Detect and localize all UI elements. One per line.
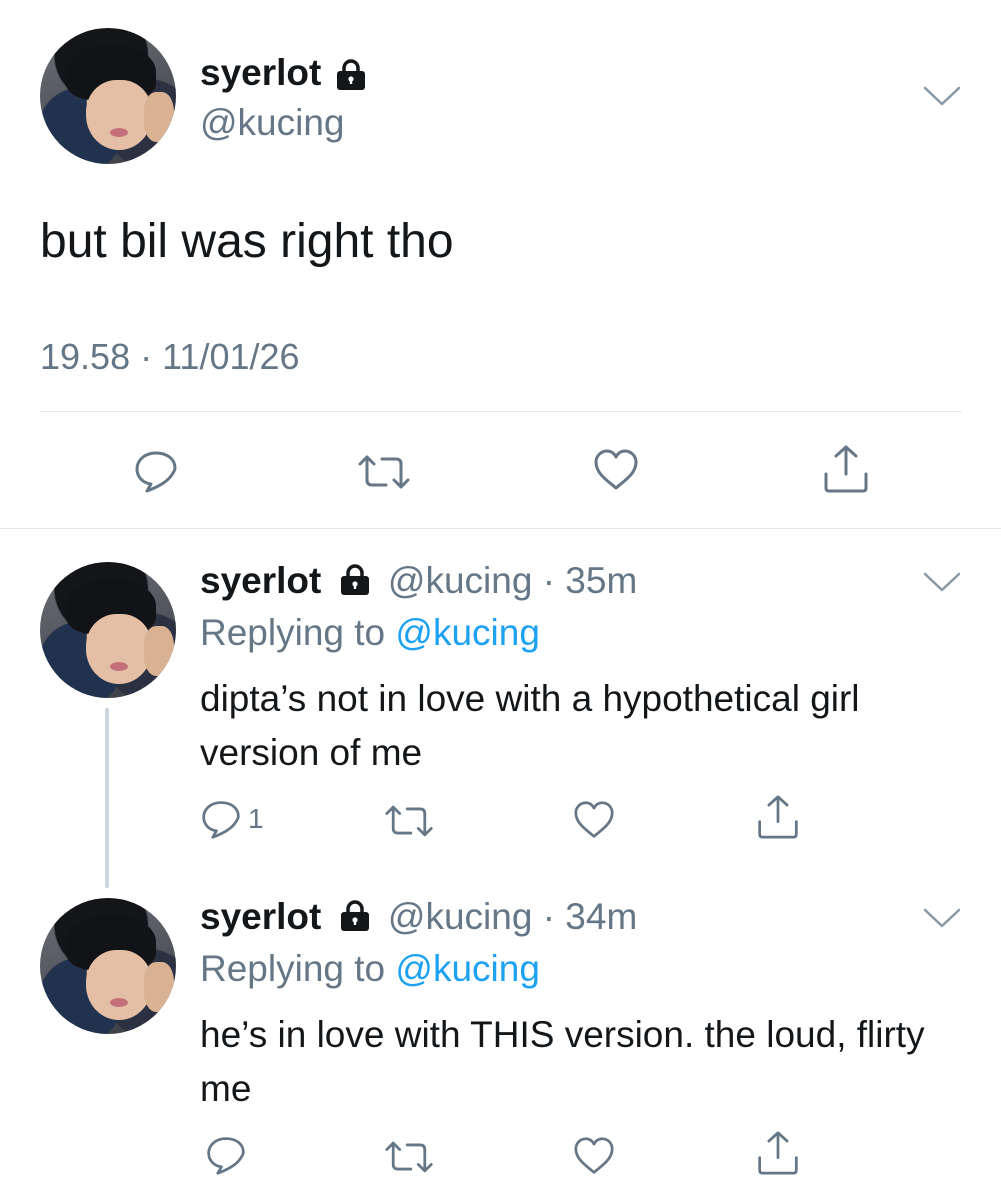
reply-text: dipta’s not in love with a hypothetical …: [200, 678, 860, 773]
replying-to: Replying to @kucing: [200, 948, 540, 990]
reply-button[interactable]: [133, 448, 179, 494]
chevron-down-icon[interactable]: [922, 84, 962, 113]
divider: [0, 528, 1001, 529]
share-button[interactable]: [756, 794, 800, 840]
replying-prefix: Replying to: [200, 612, 396, 653]
author-name-row[interactable]: syerlot: [200, 52, 368, 96]
reply-button[interactable]: 1: [200, 798, 264, 840]
reply-handle[interactable]: @kucing: [388, 896, 533, 937]
display-name[interactable]: syerlot: [200, 560, 321, 601]
heart-icon: [574, 801, 614, 838]
reply-count: 1: [248, 803, 264, 834]
chevron-down-icon[interactable]: [922, 906, 962, 935]
thread-connector: [105, 708, 109, 888]
retweet-icon: [385, 805, 433, 837]
retweet-button[interactable]: [356, 452, 412, 492]
share-button[interactable]: [756, 1130, 800, 1176]
tweet-actions: [0, 440, 1001, 500]
replying-prefix: Replying to: [200, 948, 396, 989]
display-name[interactable]: syerlot: [200, 896, 321, 937]
tweet-text: but bil was right tho: [40, 215, 454, 268]
reply-text: he’s in love with THIS version. the loud…: [200, 1014, 925, 1109]
chevron-down-icon[interactable]: [922, 570, 962, 599]
heart-icon: [574, 1137, 614, 1174]
speech-bubble-icon: [202, 801, 240, 839]
share-icon: [824, 445, 868, 493]
like-button[interactable]: [572, 1136, 616, 1176]
author-handle[interactable]: @kucing: [200, 102, 345, 144]
reply-author-row[interactable]: syerlot @kucing · 35m: [200, 560, 637, 605]
replying-to-link[interactable]: @kucing: [395, 948, 540, 989]
heart-icon: [594, 449, 638, 490]
divider: [40, 411, 962, 412]
reply-handle[interactable]: @kucing: [388, 560, 533, 601]
share-icon: [758, 1131, 798, 1175]
retweet-icon: [358, 455, 410, 489]
tweet-thread: syerlot @kucing but bil was right tho 19…: [0, 0, 1001, 1200]
like-button[interactable]: [572, 800, 616, 840]
reply-button[interactable]: [205, 1134, 253, 1176]
replying-to: Replying to @kucing: [200, 612, 540, 654]
share-button[interactable]: [822, 444, 870, 494]
lock-icon: [334, 57, 368, 96]
avatar[interactable]: [40, 28, 176, 164]
reply-author-row[interactable]: syerlot @kucing · 34m: [200, 896, 637, 941]
retweet-icon: [385, 1141, 433, 1173]
share-icon: [758, 795, 798, 839]
like-button[interactable]: [592, 448, 640, 492]
reply-time[interactable]: · 35m: [543, 560, 638, 601]
lock-icon: [338, 898, 372, 941]
avatar[interactable]: [40, 562, 176, 698]
retweet-button[interactable]: [383, 802, 435, 840]
avatar[interactable]: [40, 898, 176, 1034]
lock-icon: [338, 562, 372, 605]
display-name[interactable]: syerlot: [200, 52, 321, 93]
replying-to-link[interactable]: @kucing: [395, 612, 540, 653]
speech-bubble-icon: [207, 1137, 245, 1175]
speech-bubble-icon: [135, 451, 177, 493]
tweet-timestamp[interactable]: 19.58 · 11/01/26: [40, 336, 300, 378]
reply-time[interactable]: · 34m: [543, 896, 638, 937]
retweet-button[interactable]: [383, 1138, 435, 1176]
